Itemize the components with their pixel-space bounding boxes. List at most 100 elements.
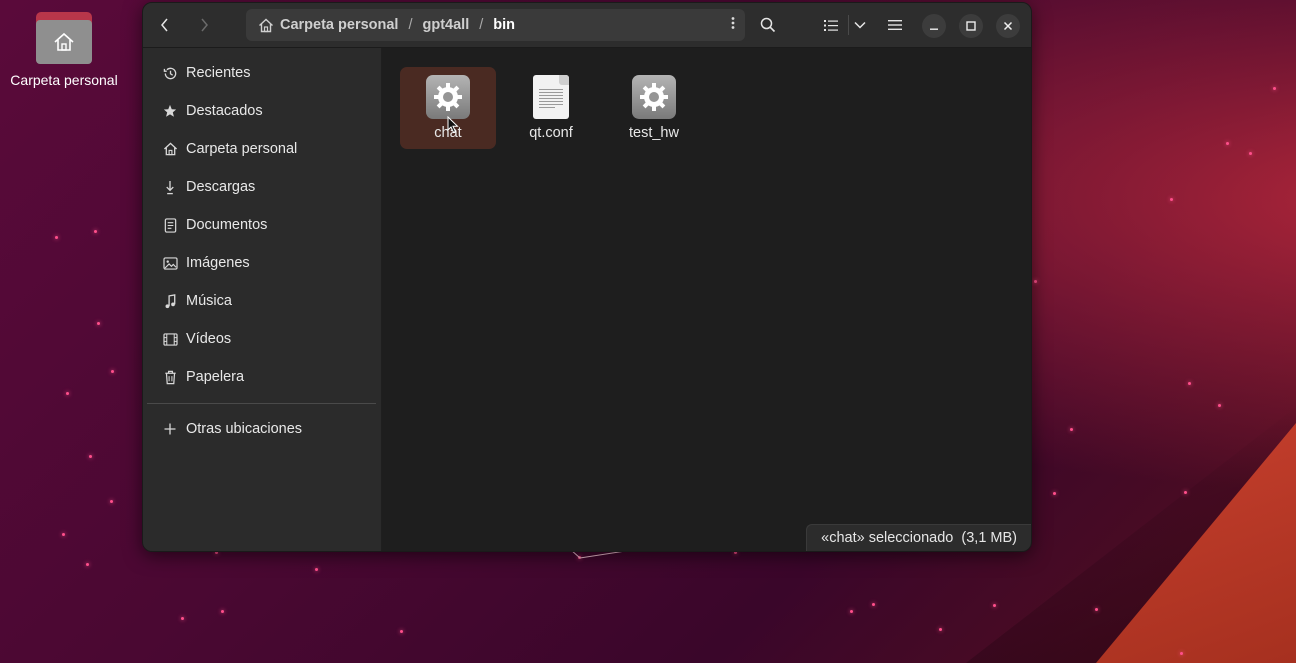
sidebar-item-videos[interactable]: Vídeos <box>143 320 381 358</box>
wallpaper-star <box>1034 280 1037 283</box>
sidebar-item-label: Música <box>186 293 232 309</box>
sidebar-item-destacados[interactable]: Destacados <box>143 92 381 130</box>
home-icon <box>259 18 273 32</box>
wallpaper-star <box>939 628 942 631</box>
forward-button[interactable] <box>189 11 219 39</box>
status-overlay: «chat» seleccionado (3,1 MB) <box>806 524 1031 551</box>
wallpaper-star <box>89 455 92 458</box>
mouse-pointer-icon <box>447 116 459 134</box>
sidebar-item-otras-ubicaciones[interactable]: Otras ubicaciones <box>143 410 381 448</box>
sidebar-item-label: Imágenes <box>186 255 250 271</box>
wallpaper-star <box>62 533 65 536</box>
wallpaper-star <box>315 568 318 571</box>
wallpaper-star <box>94 230 97 233</box>
search-icon <box>760 17 776 33</box>
sidebar-item-label: Vídeos <box>186 331 232 347</box>
file-name: qt.conf <box>529 125 573 141</box>
wallpaper-star <box>111 370 114 373</box>
wallpaper-star <box>1070 428 1073 431</box>
sidebar: Recientes Destacados Carpeta personal De… <box>143 48 382 551</box>
folder-home-icon <box>36 12 92 64</box>
wallpaper-star <box>110 500 113 503</box>
close-icon <box>1003 21 1013 31</box>
maximize-icon <box>966 21 976 31</box>
wallpaper-star <box>1095 608 1098 611</box>
video-icon <box>161 332 179 346</box>
breadcrumb-label: Carpeta personal <box>280 17 399 33</box>
wallpaper-star <box>872 603 875 606</box>
sidebar-item-musica[interactable]: Música <box>143 282 381 320</box>
main-menu-button[interactable] <box>880 11 910 39</box>
path-bar[interactable]: Carpeta personal / gpt4all / bin <box>246 9 745 41</box>
executable-gear-icon <box>424 73 472 121</box>
file-manager-window: Carpeta personal / gpt4all / bin Recient… <box>142 2 1032 552</box>
breadcrumb-home[interactable]: Carpeta personal <box>246 9 408 41</box>
sidebar-item-label: Documentos <box>186 217 268 233</box>
close-button[interactable] <box>996 14 1020 38</box>
desktop-home-label: Carpeta personal <box>10 72 118 88</box>
star-icon <box>161 104 179 118</box>
maximize-button[interactable] <box>959 14 983 38</box>
executable-gear-icon <box>630 73 678 121</box>
breadcrumb-gpt4all[interactable]: gpt4all <box>413 9 480 41</box>
home-icon <box>161 142 179 156</box>
hamburger-menu-icon <box>888 20 902 30</box>
wallpaper-star <box>1273 87 1276 90</box>
status-text: «chat» seleccionado (3,1 MB) <box>821 530 1017 546</box>
desktop-home-folder[interactable]: Carpeta personal <box>4 12 124 88</box>
sidebar-item-label: Destacados <box>186 103 263 119</box>
sidebar-divider <box>147 403 376 404</box>
wallpaper-star <box>66 392 69 395</box>
wallpaper-star <box>1226 142 1229 145</box>
sidebar-item-label: Otras ubicaciones <box>186 421 303 437</box>
wallpaper-star <box>1184 491 1187 494</box>
sidebar-item-label: Papelera <box>186 369 245 385</box>
sidebar-item-documentos[interactable]: Documentos <box>143 206 381 244</box>
back-button[interactable] <box>150 11 180 39</box>
wallpaper-star <box>1188 382 1191 385</box>
breadcrumb-label: bin <box>493 17 516 33</box>
list-view-icon <box>824 19 838 31</box>
path-menu-button[interactable] <box>731 16 735 34</box>
minimize-button[interactable] <box>922 14 946 38</box>
file-view[interactable]: chat qt.conf test_hw «chat» seleccionado… <box>382 48 1031 551</box>
sidebar-item-label: Recientes <box>186 65 251 81</box>
list-view-button[interactable] <box>816 11 846 39</box>
trash-icon <box>161 370 179 385</box>
text-file-icon <box>527 73 575 121</box>
search-button[interactable] <box>753 11 783 39</box>
wallpaper-star <box>181 617 184 620</box>
sidebar-item-label: Descargas <box>186 179 256 195</box>
minimize-icon <box>930 28 938 30</box>
wallpaper-star <box>1218 404 1221 407</box>
sidebar-item-recientes[interactable]: Recientes <box>143 54 381 92</box>
music-icon <box>161 293 179 309</box>
clock-icon <box>161 66 179 81</box>
wallpaper-star <box>993 604 996 607</box>
sidebar-item-carpeta-personal[interactable]: Carpeta personal <box>143 130 381 168</box>
file-item-qt-conf[interactable]: qt.conf <box>503 67 599 149</box>
wallpaper-star <box>86 563 89 566</box>
wallpaper-star <box>55 236 58 239</box>
file-name: test_hw <box>629 125 679 141</box>
image-icon <box>161 256 179 270</box>
file-item-test-hw[interactable]: test_hw <box>606 67 702 149</box>
view-options-button[interactable] <box>845 11 875 39</box>
wallpaper-star <box>97 322 100 325</box>
plus-icon <box>161 423 179 435</box>
sidebar-item-label: Carpeta personal <box>186 141 298 157</box>
sidebar-item-papelera[interactable]: Papelera <box>143 358 381 396</box>
sidebar-item-descargas[interactable]: Descargas <box>143 168 381 206</box>
chevron-right-icon <box>201 18 208 32</box>
download-icon <box>161 180 179 195</box>
wallpaper-star <box>850 610 853 613</box>
chevron-down-icon <box>854 21 866 29</box>
wallpaper-star <box>400 630 403 633</box>
wallpaper-star <box>1180 652 1183 655</box>
wallpaper-star <box>1249 152 1252 155</box>
header-bar: Carpeta personal / gpt4all / bin <box>143 3 1031 48</box>
sidebar-item-imagenes[interactable]: Imágenes <box>143 244 381 282</box>
document-icon <box>161 217 179 233</box>
file-item-chat[interactable]: chat <box>400 67 496 149</box>
breadcrumb-bin[interactable]: bin <box>483 9 525 41</box>
